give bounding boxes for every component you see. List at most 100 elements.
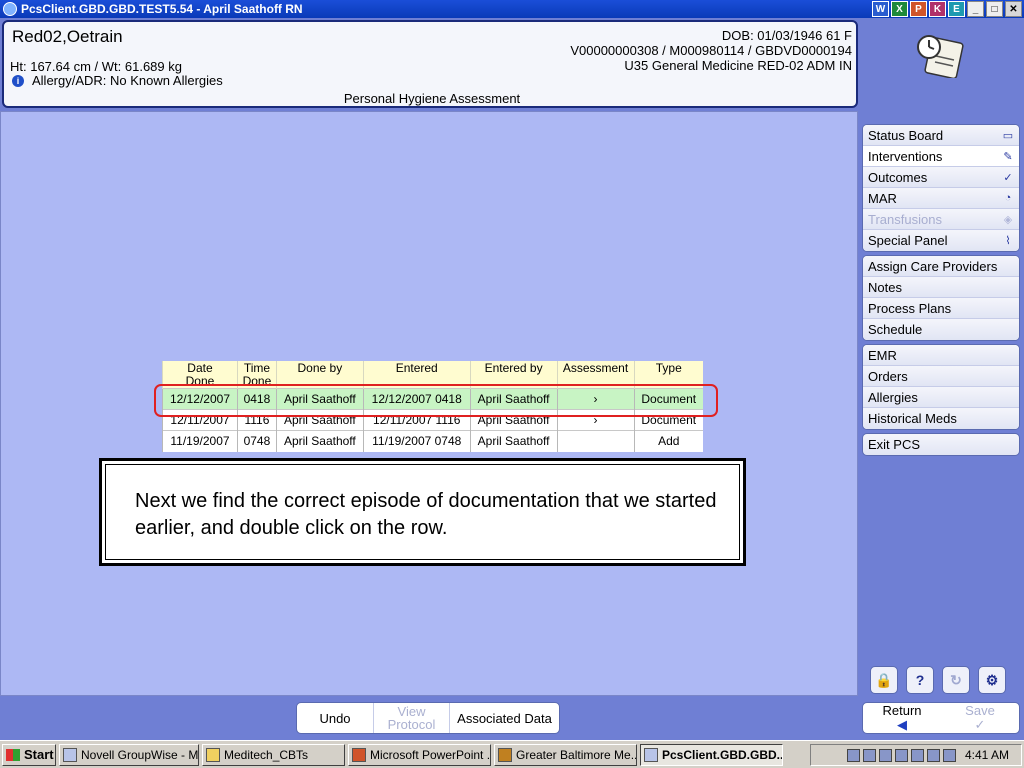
tray-clock[interactable]: 4:41 AM bbox=[965, 748, 1009, 762]
cell-entered: 11/19/2007 0748 bbox=[362, 430, 471, 452]
word-icon[interactable]: W bbox=[872, 1, 889, 17]
help-icon[interactable]: ? bbox=[906, 666, 934, 694]
help-tray-icon[interactable] bbox=[846, 748, 860, 762]
taskbar-item-meditech-cbts[interactable]: Meditech_CBTs bbox=[202, 743, 345, 766]
sidebar-item-orders[interactable]: Orders bbox=[863, 366, 1019, 387]
taskbar-item-greater-baltimore[interactable]: Greater Baltimore Me... bbox=[494, 743, 637, 766]
cell-time-done: 0748 bbox=[236, 430, 277, 452]
window-titlebar: PcsClient.GBD.GBD.TEST5.54 - April Saath… bbox=[0, 0, 1024, 18]
task-label: Microsoft PowerPoint ... bbox=[370, 747, 491, 762]
key-icon[interactable]: K bbox=[929, 1, 946, 17]
sidebar-item-exit-pcs[interactable]: Exit PCS bbox=[863, 434, 1019, 455]
patient-location: U35 General Medicine RED-02 ADM IN bbox=[624, 58, 852, 73]
taskbar-item-groupwise[interactable]: Novell GroupWise - M... bbox=[59, 743, 199, 766]
excel-icon[interactable]: X bbox=[891, 1, 908, 17]
sidebar-item-schedule[interactable]: Schedule bbox=[863, 319, 1019, 340]
task-label: Novell GroupWise - M... bbox=[81, 747, 199, 762]
cell-assessment[interactable] bbox=[556, 430, 634, 452]
screen-title: Personal Hygiene Assessment bbox=[343, 91, 521, 106]
start-label: Start bbox=[24, 747, 54, 762]
patient-details: DOB: 01/03/1946 61 F V00000000308 / M000… bbox=[570, 28, 852, 73]
settings-icon[interactable]: ⚙ bbox=[978, 666, 1006, 694]
app-icon bbox=[3, 2, 17, 16]
pulse-icon: ⌇ bbox=[1005, 235, 1011, 247]
sidebar-item-label: Outcomes bbox=[868, 169, 928, 185]
windows-logo-icon bbox=[6, 748, 20, 761]
sidebar-item-label: Interventions bbox=[868, 148, 943, 164]
clock-note-icon: ◔ bbox=[1004, 192, 1012, 204]
powerpoint-icon[interactable]: P bbox=[910, 1, 927, 17]
undo-button[interactable]: Undo bbox=[297, 703, 373, 733]
sidebar-item-outcomes[interactable]: Outcomes ✓ bbox=[863, 167, 1019, 188]
book-icon: ▭ bbox=[1002, 129, 1014, 142]
sidebar-item-assign-care-providers[interactable]: Assign Care Providers bbox=[863, 256, 1019, 277]
pcsclient-icon bbox=[644, 747, 658, 762]
cell-done-by: April Saathoff bbox=[275, 430, 364, 452]
save-button: Save ✓ bbox=[941, 703, 1019, 733]
patient-header: Red02,Oetrain Ht: 167.64 cm / Wt: 61.689… bbox=[2, 20, 858, 108]
title-tools: W X P K E _ □ ✕ bbox=[872, 0, 1024, 18]
side-tools: 🔒 ? ↻ ⚙ bbox=[870, 666, 1006, 694]
sidebar-item-transfusions: Transfusions ◈ bbox=[863, 209, 1019, 230]
sidebar-item-process-plans[interactable]: Process Plans bbox=[863, 298, 1019, 319]
taskbar-item-pcsclient[interactable]: PcsClient.GBD.GBD.... bbox=[640, 743, 783, 766]
return-label: Return bbox=[882, 703, 922, 718]
update-tray-icon[interactable] bbox=[894, 748, 908, 762]
dob: DOB: 01/03/1946 61 F bbox=[721, 28, 852, 43]
cell-date-done: 11/19/2007 bbox=[162, 430, 238, 452]
tutorial-callout: Next we find the correct episode of docu… bbox=[99, 458, 746, 566]
return-save-bar: Return ◀ Save ✓ bbox=[862, 702, 1020, 734]
cell-type: Add bbox=[633, 430, 703, 452]
sidebar-group-records: EMR Orders Allergies Historical Meds bbox=[862, 344, 1020, 430]
browser-icon[interactable]: E bbox=[948, 1, 965, 17]
start-button[interactable]: Start bbox=[2, 743, 56, 766]
clock-clipboard-icon[interactable] bbox=[914, 32, 966, 78]
sidebar-group-care: Assign Care Providers Notes Process Plan… bbox=[862, 255, 1020, 341]
maximize-button[interactable]: □ bbox=[986, 1, 1003, 17]
sidebar-group-exit: Exit PCS bbox=[862, 433, 1020, 456]
sidebar-item-emr[interactable]: EMR bbox=[863, 345, 1019, 366]
sidebar-item-allergies[interactable]: Allergies bbox=[863, 387, 1019, 408]
sidebar-item-label: Status Board bbox=[868, 127, 944, 143]
sidebar-item-mar[interactable]: MAR ◔ bbox=[863, 188, 1019, 209]
allergy-text: Allergy/ADR: No Known Allergies bbox=[32, 73, 223, 88]
patient-ids: V00000000308 / M000980114 / GBDVD0000194 bbox=[570, 43, 852, 58]
allergy-line: i Allergy/ADR: No Known Allergies bbox=[10, 73, 223, 88]
system-tray: 4:41 AM bbox=[810, 744, 1022, 766]
flag-tray-icon[interactable] bbox=[942, 748, 956, 762]
sidebar-item-status-board[interactable]: Status Board ▭ bbox=[863, 125, 1019, 146]
info-icon[interactable]: i bbox=[12, 74, 24, 87]
sidebar-item-notes[interactable]: Notes bbox=[863, 277, 1019, 298]
sidebar-item-special-panel[interactable]: Special Panel ⌇ bbox=[863, 230, 1019, 251]
return-button[interactable]: Return ◀ bbox=[863, 703, 941, 733]
meditech-icon bbox=[498, 747, 512, 762]
lock-icon[interactable]: 🔒 bbox=[870, 666, 898, 694]
associated-data-button[interactable]: Associated Data bbox=[449, 703, 559, 733]
antivirus-tray-icon[interactable] bbox=[910, 748, 924, 762]
windows-taskbar: Start Novell GroupWise - M... Meditech_C… bbox=[0, 740, 1024, 768]
view-protocol-button: View Protocol bbox=[373, 703, 449, 733]
minimize-button[interactable]: _ bbox=[967, 1, 984, 17]
sidebar-item-label: Transfusions bbox=[868, 211, 942, 227]
sidebar-item-historical-meds[interactable]: Historical Meds bbox=[863, 408, 1019, 429]
task-label: PcsClient.GBD.GBD.... bbox=[662, 747, 783, 762]
taskbar-item-powerpoint[interactable]: Microsoft PowerPoint ... bbox=[348, 743, 491, 766]
network-tray-icon[interactable] bbox=[862, 748, 876, 762]
patient-name: Red02,Oetrain bbox=[12, 27, 123, 46]
blood-bag-icon: ◈ bbox=[1003, 213, 1013, 226]
height-weight: Ht: 167.64 cm / Wt: 61.689 kg bbox=[10, 59, 182, 74]
bottom-action-bar: Undo View Protocol Associated Data bbox=[296, 702, 560, 734]
groupwise-icon bbox=[63, 747, 77, 762]
clipboard-icon: ✎ bbox=[1003, 150, 1013, 163]
sidebar-item-interventions[interactable]: Interventions ✎ bbox=[863, 146, 1019, 167]
folder-icon bbox=[206, 747, 220, 762]
sidebar-item-label: Special Panel bbox=[868, 233, 948, 248]
back-arrow-icon: ◀ bbox=[897, 717, 907, 732]
security-tray-icon[interactable] bbox=[878, 748, 892, 762]
check-clipboard-icon: ✓ bbox=[1003, 171, 1013, 184]
close-button[interactable]: ✕ bbox=[1005, 1, 1022, 17]
table-row[interactable]: 11/19/2007 0748 April Saathoff 11/19/200… bbox=[162, 430, 703, 452]
novell-tray-icon[interactable] bbox=[926, 748, 940, 762]
sidebar-item-label: MAR bbox=[868, 190, 897, 206]
window-title: PcsClient.GBD.GBD.TEST5.54 - April Saath… bbox=[21, 2, 303, 16]
